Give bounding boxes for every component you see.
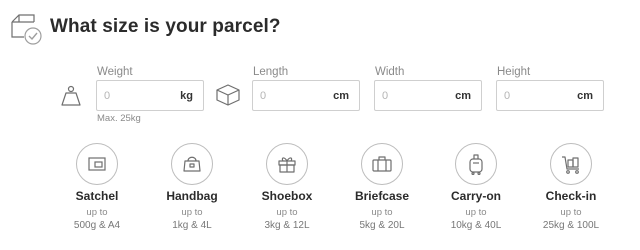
box-icon (215, 83, 241, 107)
weight-field[interactable]: kg (96, 80, 204, 111)
size-upto: up to (560, 207, 582, 218)
size-limit: 3kg & 12L (264, 220, 310, 231)
width-label: Width (375, 66, 405, 78)
width-field[interactable]: cm (374, 80, 482, 111)
height-label: Height (497, 66, 531, 78)
weight-icon (59, 84, 83, 108)
size-upto: up to (276, 207, 298, 218)
width-input[interactable] (382, 89, 444, 103)
width-unit: cm (455, 90, 471, 102)
weight-label: Weight (97, 66, 133, 78)
height-field[interactable]: cm (496, 80, 604, 111)
box-check-icon (9, 12, 43, 46)
weight-hint: Max. 25kg (97, 113, 141, 124)
satchel-icon (76, 143, 118, 185)
height-input[interactable] (504, 89, 566, 103)
length-field[interactable]: cm (252, 80, 360, 111)
page-title: What size is your parcel? (50, 16, 281, 37)
length-label: Length (253, 66, 289, 78)
size-upto: up to (181, 207, 203, 218)
size-option-carry-on[interactable]: Carry-on up to 10kg & 40L (421, 143, 531, 248)
size-limit: 500g & A4 (73, 220, 121, 231)
handbag-icon (171, 143, 213, 185)
size-name: Handbag (166, 189, 218, 203)
weight-unit: kg (180, 90, 193, 102)
size-name: Shoebox (261, 189, 313, 203)
trolley-icon (550, 143, 592, 185)
length-unit: cm (333, 90, 349, 102)
size-name: Check-in (545, 189, 597, 203)
size-limit: 25kg & 100L (542, 220, 600, 231)
gift-box-icon (266, 143, 308, 185)
size-option-check-in[interactable]: Check-in up to 25kg & 100L (516, 143, 626, 248)
size-limit: 1kg & 4L (172, 220, 212, 231)
size-limit: 10kg & 40L (450, 220, 502, 231)
size-name: Satchel (75, 189, 119, 203)
size-option-satchel[interactable]: Satchel up to 500g & A4 (42, 143, 152, 248)
size-upto: up to (86, 207, 108, 218)
size-name: Carry-on (450, 189, 501, 203)
size-option-shoebox[interactable]: Shoebox up to 3kg & 12L (232, 143, 342, 248)
size-option-handbag[interactable]: Handbag up to 1kg & 4L (137, 143, 247, 248)
height-unit: cm (577, 90, 593, 102)
size-upto: up to (465, 207, 487, 218)
carry-on-icon (455, 143, 497, 185)
length-input[interactable] (260, 89, 322, 103)
weight-input[interactable] (104, 89, 166, 103)
briefcase-icon (361, 143, 403, 185)
